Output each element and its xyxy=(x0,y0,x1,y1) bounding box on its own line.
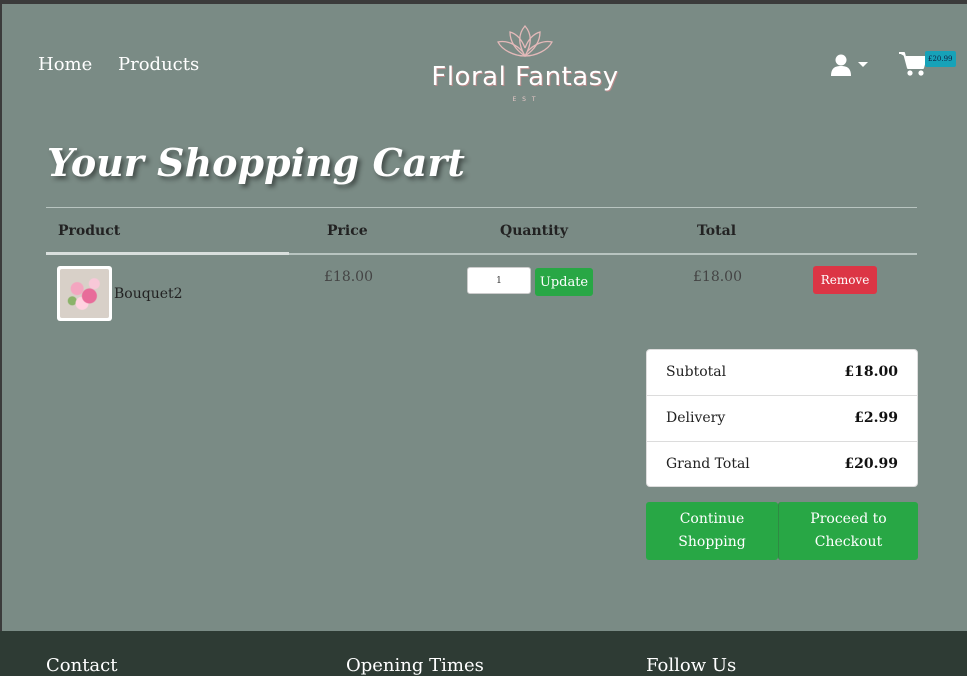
subtotal-value: £18.00 xyxy=(844,364,898,380)
cart-total-badge[interactable]: £20.99 xyxy=(925,51,956,67)
product-price: £18.00 xyxy=(324,269,373,285)
product-total: £18.00 xyxy=(693,269,742,285)
delivery-value: £2.99 xyxy=(854,410,898,426)
page-title: Your Shopping Cart xyxy=(47,140,465,185)
shopping-cart-button[interactable] xyxy=(898,50,928,78)
user-menu-dropdown[interactable] xyxy=(830,53,870,77)
checkout-label: Proceed to Checkout xyxy=(810,511,887,550)
column-header-price: Price xyxy=(327,223,368,239)
update-button[interactable]: Update xyxy=(535,268,593,296)
product-thumbnail[interactable] xyxy=(57,266,112,321)
quantity-input[interactable] xyxy=(467,267,531,294)
window-left-border xyxy=(0,0,2,676)
nav-home-link[interactable]: Home xyxy=(38,54,92,75)
product-name[interactable]: Bouquet2 xyxy=(114,286,183,302)
order-summary: Subtotal £18.00 Delivery £2.99 Grand Tot… xyxy=(646,349,918,487)
bouquet-image xyxy=(60,269,109,318)
shopping-cart-icon xyxy=(899,52,927,76)
delivery-label: Delivery xyxy=(666,410,726,426)
grand-total-value: £20.99 xyxy=(844,456,898,472)
continue-shopping-button[interactable]: Continue Shopping xyxy=(646,502,778,560)
brand-tagline: E S T xyxy=(512,96,538,103)
brand-name: Floral Fantasy xyxy=(431,62,619,92)
site-footer: Contact Opening Times Follow Us xyxy=(0,631,967,676)
footer-follow-us-heading: Follow Us xyxy=(646,655,737,676)
nav-products-link[interactable]: Products xyxy=(118,54,199,75)
column-header-quantity: Quantity xyxy=(500,223,569,239)
continue-shopping-label: Continue Shopping xyxy=(678,511,746,550)
footer-contact-heading: Contact xyxy=(46,655,118,676)
window-top-border xyxy=(0,0,967,4)
summary-row-grand-total: Grand Total £20.99 xyxy=(647,442,917,487)
grand-total-label: Grand Total xyxy=(666,456,750,472)
product-column-underline xyxy=(46,252,289,255)
caret-down-icon xyxy=(858,62,868,67)
brand-logo[interactable]: Floral Fantasy E S T xyxy=(425,20,625,110)
remove-button[interactable]: Remove xyxy=(813,266,877,294)
user-icon xyxy=(831,54,868,76)
subtotal-label: Subtotal xyxy=(666,364,727,380)
lotus-icon xyxy=(497,25,553,58)
table-top-divider xyxy=(46,207,917,208)
footer-opening-times-heading: Opening Times xyxy=(346,655,484,676)
column-header-product: Product xyxy=(58,223,121,239)
summary-row-subtotal: Subtotal £18.00 xyxy=(647,350,917,395)
summary-row-delivery: Delivery £2.99 xyxy=(647,396,917,441)
column-header-total: Total xyxy=(697,223,737,239)
proceed-to-checkout-button[interactable]: Proceed to Checkout xyxy=(778,502,918,560)
